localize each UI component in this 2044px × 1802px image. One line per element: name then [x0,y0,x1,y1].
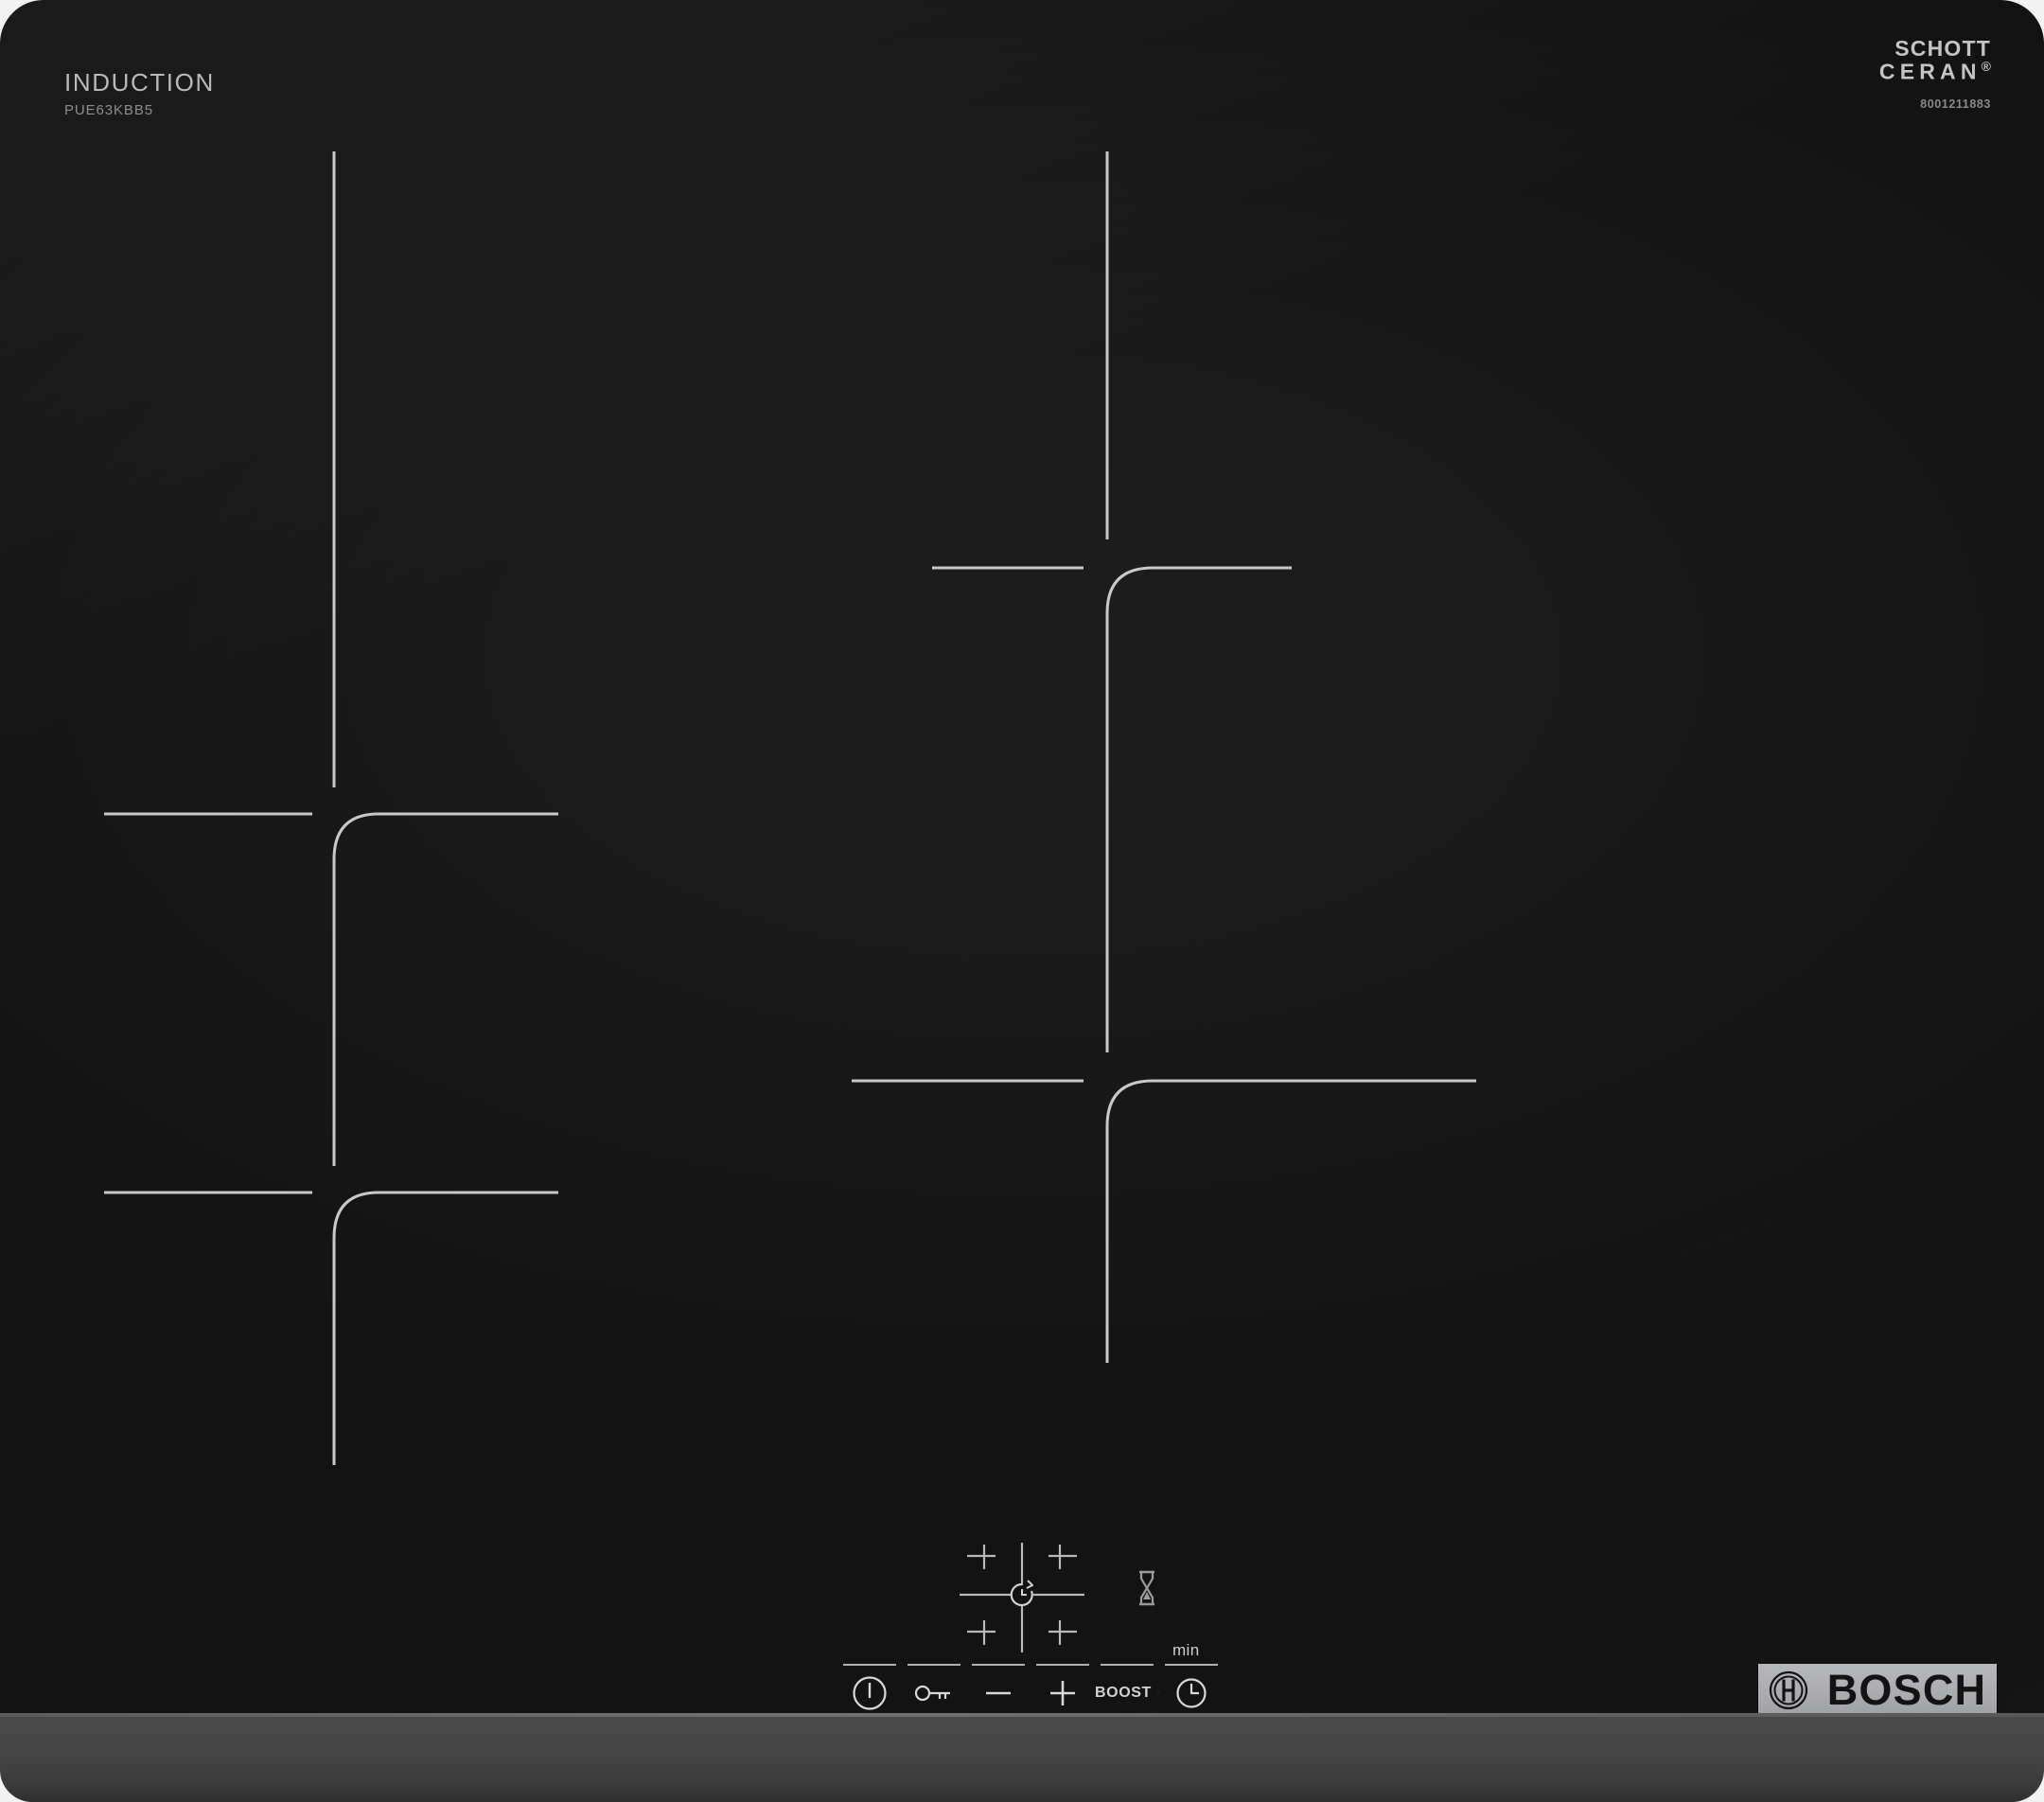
bosch-wordmark: BOSCH [1826,1666,1987,1714]
power-icon [853,1676,887,1710]
restart-clock-icon [1010,1580,1033,1607]
hob-bottom-frame [0,1713,2044,1802]
model-number-label: PUE63KBB5 [64,102,153,118]
plus-icon [1050,1681,1075,1705]
induction-label: INDUCTION [64,68,215,97]
schott-ceran-mark: SCHOTT CERAN® 8001211883 [1879,36,1991,111]
hourglass-indicator [1133,1568,1161,1613]
induction-hob-screenshot: INDUCTION PUE63KBB5 SCHOTT CERAN® 800121… [0,0,2044,1802]
hourglass-icon [1139,1570,1154,1606]
glass-serial-number: 8001211883 [1920,97,1991,111]
key-icon [914,1685,950,1702]
bosch-brand-badge: BOSCH [1758,1664,1997,1717]
schott-wordmark: SCHOTT [1894,36,1991,61]
bosch-armature-icon [1769,1670,1807,1710]
clock-icon [1176,1678,1207,1708]
hob-frame-highlight [0,1713,2044,1717]
minus-icon [986,1691,1011,1695]
registered-trademark-icon: ® [1981,59,1991,75]
timer-unit-label: min [1172,1641,1200,1659]
ceran-wordmark-row: CERAN® [1879,60,1991,83]
cooking-zone-rear-left[interactable] [104,871,577,1476]
ceran-wordmark: CERAN [1878,60,1982,85]
boost-label: BOOST [1095,1685,1152,1701]
zone-selector-pad[interactable] [946,1541,1098,1658]
cooking-zone-front-right[interactable] [852,662,1476,1467]
